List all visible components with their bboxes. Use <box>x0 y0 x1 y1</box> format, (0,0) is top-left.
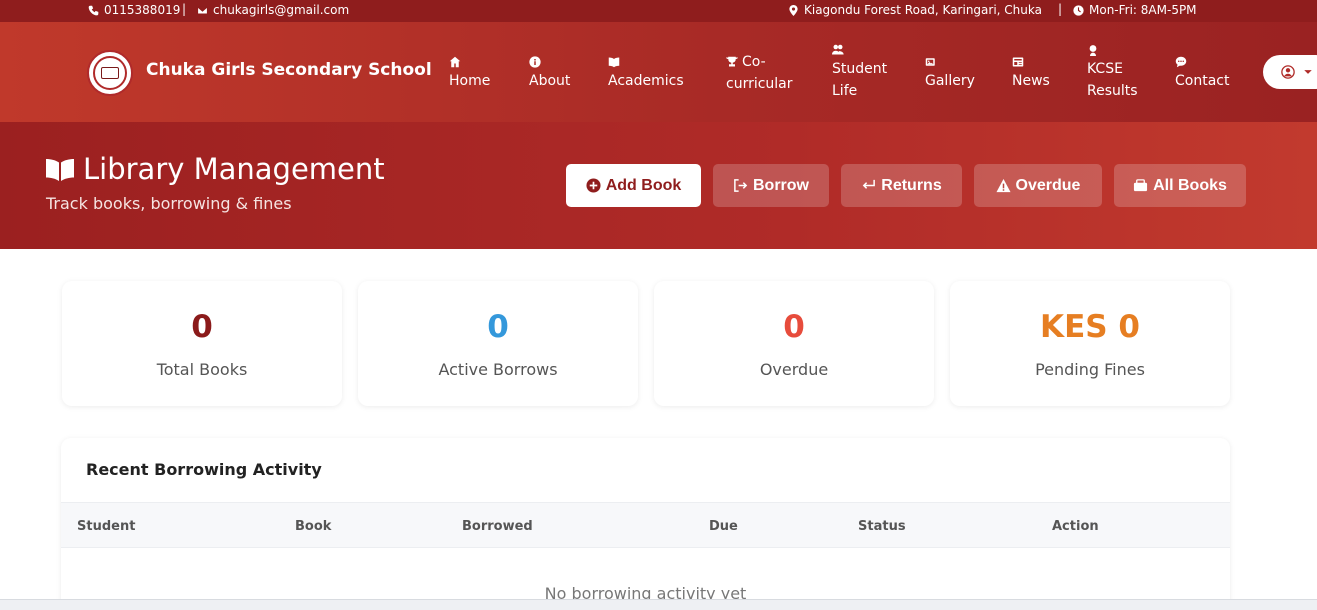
nav-student-life-label-2: Life <box>832 83 858 99</box>
clock-icon <box>1073 4 1084 16</box>
newspaper-icon <box>1012 57 1024 67</box>
top-info-bar: 0115388019 | chukagirls@gmail.com Kiagon… <box>0 0 1317 22</box>
horizontal-scrollbar[interactable] <box>0 599 1317 610</box>
user-menu-button[interactable] <box>1263 55 1317 89</box>
section-title: Recent Borrowing Activity <box>86 460 322 479</box>
chevron-down-icon <box>1304 70 1312 74</box>
stat-value: 0 <box>487 309 509 345</box>
topbar-separator-2: | <box>1058 2 1063 16</box>
brand-name[interactable]: Chuka Girls Secondary School <box>146 60 432 80</box>
stat-label: Pending Fines <box>1035 360 1145 379</box>
library-hero: Library Management Track books, borrowin… <box>0 122 1317 249</box>
stat-value: 0 <box>783 309 805 345</box>
overdue-label: Overdue <box>1015 176 1081 194</box>
nav-co-curricular[interactable]: Co- curricular <box>726 51 793 95</box>
add-book-button[interactable]: Add Book <box>566 164 701 207</box>
nav-kcse-results[interactable]: KCSE Results <box>1087 44 1138 102</box>
address-text: Kiagondu Forest Road, Karingari, Chuka <box>804 3 1042 17</box>
nav-home-label: Home <box>449 73 491 89</box>
user-circle-icon <box>1281 65 1295 79</box>
chat-icon <box>1175 56 1187 68</box>
borrow-label: Borrow <box>753 176 809 194</box>
phone-number: 0115388019 <box>104 3 181 17</box>
return-arrow-icon <box>863 179 876 189</box>
nav-gallery-label: Gallery <box>925 73 975 89</box>
page-subtitle: Track books, borrowing & fines <box>46 194 292 213</box>
stat-label: Total Books <box>156 360 248 379</box>
phone-icon <box>88 5 99 15</box>
nav-contact[interactable]: Contact <box>1175 56 1229 92</box>
column-header-borrowed[interactable]: Borrowed <box>462 519 533 534</box>
stat-card-total-books: 0 Total Books <box>62 281 342 406</box>
nav-academics-label: Academics <box>608 73 684 89</box>
info-icon <box>529 56 541 68</box>
logo-crest <box>93 56 127 90</box>
returns-label: Returns <box>881 176 942 194</box>
sign-out-icon <box>734 179 748 192</box>
nav-home[interactable]: Home <box>449 56 490 92</box>
email-address: chukagirls@gmail.com <box>213 3 350 17</box>
graduate-icon <box>1089 45 1097 56</box>
page-title: Library Management <box>45 152 385 186</box>
page-title-text: Library Management <box>83 152 385 186</box>
open-book-icon <box>46 159 74 181</box>
nav-academics[interactable]: Academics <box>608 56 684 92</box>
hours-text: Mon-Fri: 8AM-5PM <box>1089 3 1197 17</box>
column-header-action[interactable]: Action <box>1052 519 1099 534</box>
map-pin-icon <box>789 4 798 16</box>
returns-button[interactable]: Returns <box>841 164 962 207</box>
stat-label: Overdue <box>759 360 829 379</box>
plus-circle-icon <box>586 178 601 193</box>
nav-co-curricular-label-2: curricular <box>726 76 793 92</box>
stat-card-active-borrows: 0 Active Borrows <box>358 281 638 406</box>
logo-book-icon <box>101 67 119 79</box>
nav-kcse-label-1: KCSE <box>1087 61 1123 77</box>
nav-about[interactable]: About <box>529 56 570 92</box>
address-info: Kiagondu Forest Road, Karingari, Chuka <box>788 3 1042 17</box>
column-header-student[interactable]: Student <box>77 519 135 534</box>
main-navbar: Chuka Girls Secondary School Home About … <box>0 22 1317 122</box>
users-icon <box>832 44 844 55</box>
column-header-due[interactable]: Due <box>709 519 738 534</box>
phone-info[interactable]: 0115388019 <box>88 3 180 17</box>
home-icon <box>449 56 461 68</box>
stat-card-pending-fines: KES 0 Pending Fines <box>950 281 1230 406</box>
column-header-status[interactable]: Status <box>858 519 906 534</box>
stat-label: Active Borrows <box>438 360 558 379</box>
nav-gallery[interactable]: Gallery <box>925 56 975 92</box>
email-info[interactable]: chukagirls@gmail.com <box>197 3 349 17</box>
stat-value: KES 0 <box>1040 309 1140 345</box>
nav-news[interactable]: News <box>1012 56 1050 92</box>
book-icon <box>608 57 620 68</box>
nav-student-life-label-1: Student <box>832 61 888 77</box>
overdue-button[interactable]: Overdue <box>974 164 1102 207</box>
hours-info: Mon-Fri: 8AM-5PM <box>1073 3 1197 17</box>
nav-about-label: About <box>529 73 571 89</box>
images-icon <box>925 58 935 66</box>
table-header: Student Book Borrowed Due Status Action <box>61 502 1230 548</box>
nav-kcse-label-2: Results <box>1087 83 1138 99</box>
books-icon <box>1134 179 1148 192</box>
mail-icon <box>197 6 208 14</box>
column-header-book[interactable]: Book <box>295 519 331 534</box>
nav-co-curricular-label-1: Co- <box>742 54 766 70</box>
nav-contact-label: Contact <box>1175 73 1230 89</box>
nav-news-label: News <box>1012 73 1050 89</box>
nav-student-life[interactable]: Student Life <box>832 44 887 102</box>
add-book-label: Add Book <box>605 176 682 194</box>
stat-value: 0 <box>191 309 213 345</box>
borrow-button[interactable]: Borrow <box>713 164 829 207</box>
stat-card-overdue: 0 Overdue <box>654 281 934 406</box>
recent-activity-card: Recent Borrowing Activity Student Book B… <box>61 438 1230 610</box>
topbar-separator: | <box>182 2 187 16</box>
trophy-icon <box>726 56 738 67</box>
all-books-button[interactable]: All Books <box>1114 164 1246 207</box>
all-books-label: All Books <box>1153 176 1227 194</box>
warning-icon <box>996 178 1011 193</box>
school-logo[interactable] <box>87 50 133 96</box>
